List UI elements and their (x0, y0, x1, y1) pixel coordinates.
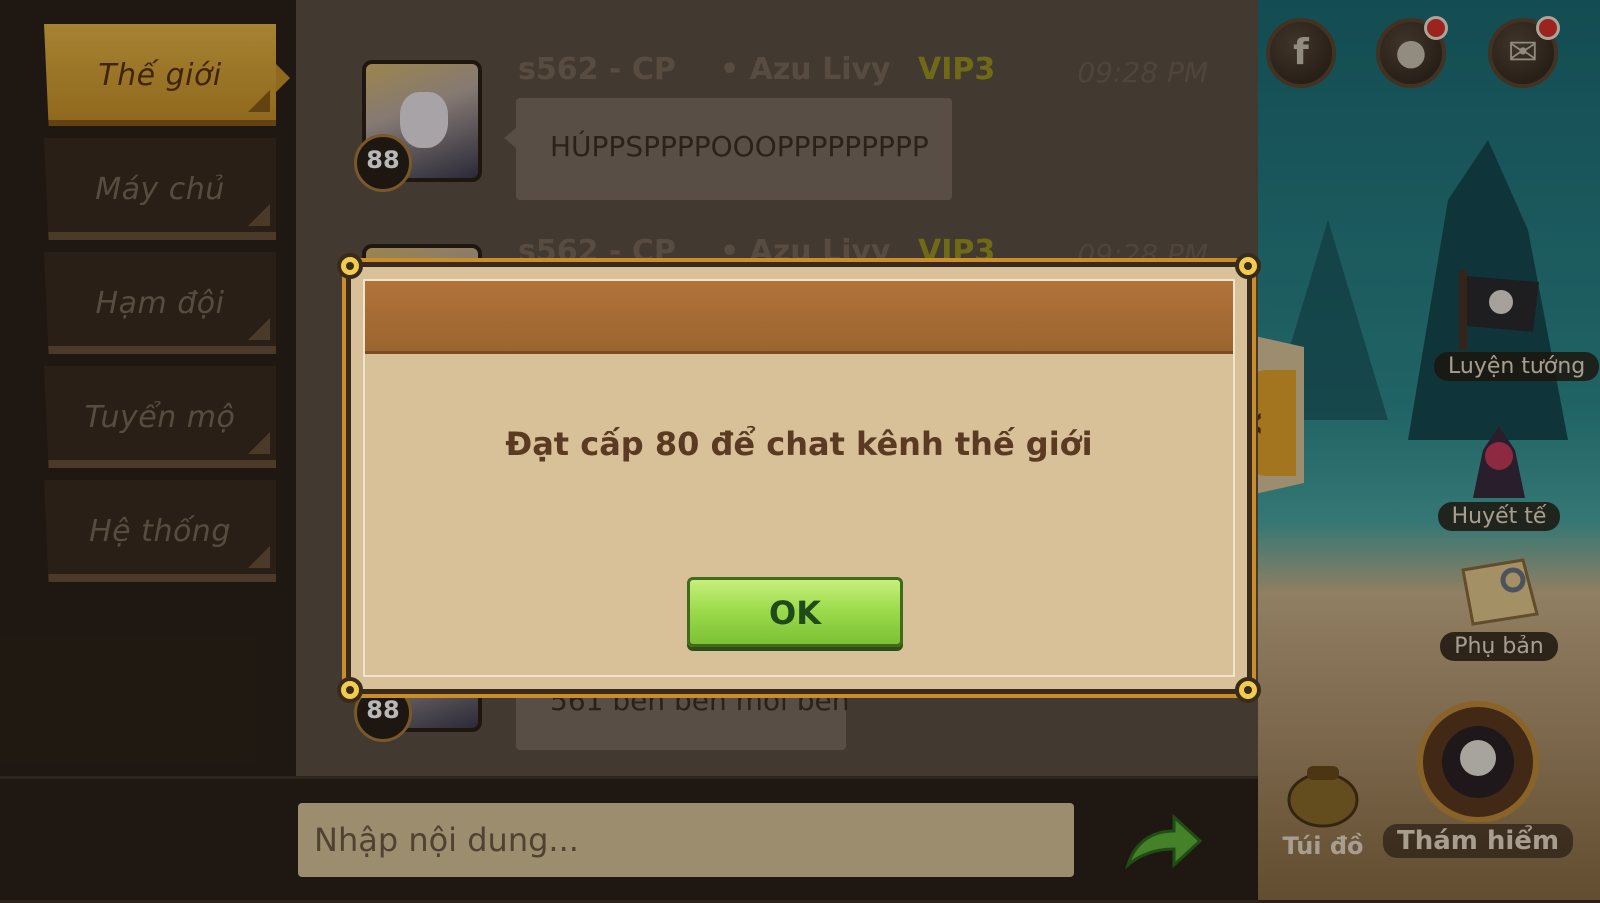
ok-button-label: OK (769, 594, 821, 632)
ok-button[interactable]: OK (687, 577, 903, 647)
dialog-message: Đạt cấp 80 để chat kênh thế giới (505, 425, 1093, 463)
corner-ornament-icon (1235, 677, 1261, 703)
corner-ornament-icon (337, 253, 363, 279)
corner-ornament-icon (337, 677, 363, 703)
dialog-header (363, 279, 1235, 354)
level-requirement-dialog: Đạt cấp 80 để chat kênh thế giới OK (337, 253, 1261, 703)
corner-ornament-icon (1235, 253, 1261, 279)
